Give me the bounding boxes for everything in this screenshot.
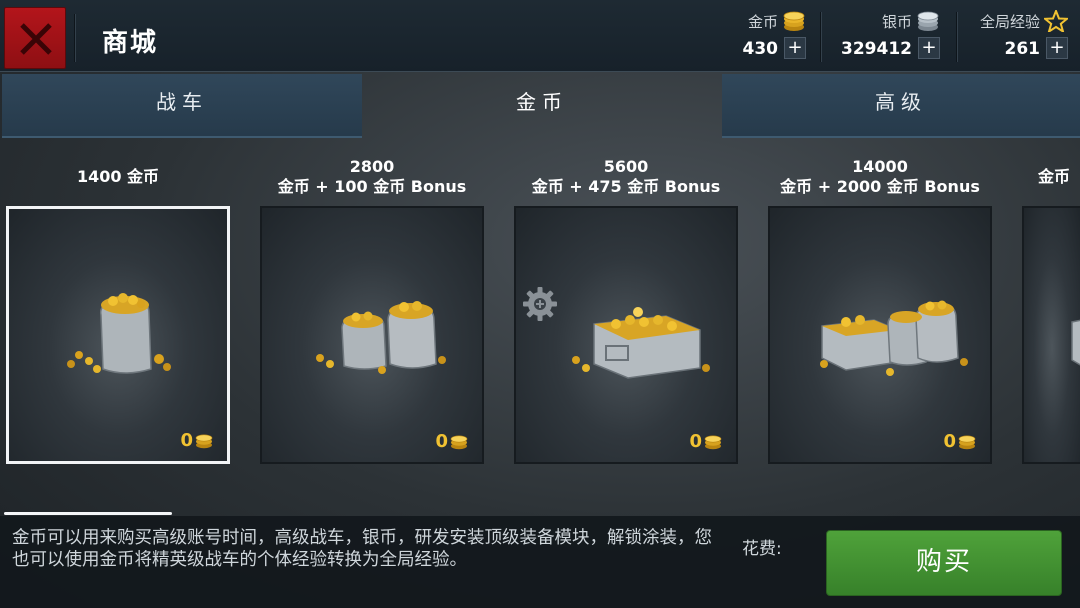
offer-image[interactable]: 0 bbox=[514, 206, 738, 464]
close-icon bbox=[20, 23, 52, 55]
gold-value: 430 bbox=[742, 39, 779, 59]
top-bar: 商城 金币 430 + 银币 329412 + 全局经验 261 + bbox=[0, 0, 1080, 72]
offer-title: 2800 金币 + 100 金币 Bonus bbox=[260, 150, 484, 204]
silver-coins-icon bbox=[917, 11, 939, 31]
silver-value: 329412 bbox=[841, 39, 912, 59]
gold-label: 金币 bbox=[747, 13, 778, 31]
offer-price: 0 bbox=[689, 431, 722, 452]
add-global-xp-button[interactable]: + bbox=[1046, 37, 1068, 59]
offer-title-line: 金币 + 2000 金币 Bonus bbox=[780, 177, 980, 196]
offer-card[interactable]: 5600 金币 + 475 金币 Bonus 0 bbox=[514, 150, 738, 464]
gold-crate-and-pouches-icon bbox=[820, 300, 968, 376]
cost-label: 花费: bbox=[742, 539, 782, 559]
add-silver-button[interactable]: + bbox=[918, 37, 940, 59]
offer-price-value: 0 bbox=[689, 431, 702, 452]
offer-title-line: 5600 bbox=[603, 157, 649, 176]
offer-title: 1400 金币 bbox=[6, 150, 230, 204]
gold-coin-icon bbox=[704, 434, 722, 449]
gold-coin-icon bbox=[195, 433, 213, 448]
currency-divider bbox=[956, 12, 958, 62]
gold-coin-icon bbox=[958, 434, 976, 449]
gold-coins-icon bbox=[783, 11, 805, 31]
gear-icon[interactable] bbox=[522, 286, 558, 322]
scroll-indicator[interactable] bbox=[4, 512, 172, 515]
offer-title-line: 金币 + 475 金币 Bonus bbox=[531, 177, 721, 196]
add-gold-button[interactable]: + bbox=[784, 37, 806, 59]
global-xp-label: 全局经验 bbox=[979, 13, 1040, 31]
header-divider bbox=[74, 14, 76, 62]
tab-gold[interactable]: 金币 bbox=[362, 74, 722, 138]
tab-vehicles[interactable]: 战车 bbox=[2, 74, 362, 138]
offer-image[interactable]: 0 bbox=[768, 206, 992, 464]
offer-price: 0 bbox=[435, 431, 468, 452]
close-button[interactable] bbox=[4, 7, 66, 69]
offer-title: 5600 金币 + 475 金币 Bonus bbox=[514, 150, 738, 204]
gold-pouches-icon bbox=[316, 301, 446, 374]
offer-card[interactable]: 金币 bbox=[1022, 150, 1080, 464]
offer-title-line: 1400 金币 bbox=[76, 167, 160, 186]
offer-price-value: 0 bbox=[180, 430, 193, 451]
global-xp-value: 261 bbox=[1004, 39, 1041, 59]
offer-image[interactable]: 0 bbox=[6, 206, 230, 464]
gold-pouch-icon bbox=[67, 293, 171, 374]
offer-title-line: 金币 bbox=[1038, 167, 1071, 186]
offer-title: 14000 金币 + 2000 金币 Bonus bbox=[768, 150, 992, 204]
silver-balance: 银币 329412 + bbox=[838, 8, 942, 66]
offer-title-line: 2800 bbox=[349, 157, 395, 176]
page-title: 商城 bbox=[102, 28, 159, 58]
offer-title-line: 金币 + 100 金币 Bonus bbox=[277, 177, 467, 196]
offer-image[interactable] bbox=[1022, 206, 1080, 464]
gold-crate-icon bbox=[1071, 319, 1080, 366]
offer-price: 0 bbox=[180, 430, 213, 451]
gold-coin-icon bbox=[450, 434, 468, 449]
offer-card[interactable]: 14000 金币 + 2000 金币 Bonus 0 bbox=[768, 150, 992, 464]
offer-image[interactable]: 0 bbox=[260, 206, 484, 464]
global-xp-balance: 全局经验 261 + bbox=[966, 8, 1070, 66]
currency-divider bbox=[820, 12, 822, 62]
offer-card[interactable]: 1400 金币 0 bbox=[6, 150, 230, 464]
tab-premium[interactable]: 高级 bbox=[722, 74, 1080, 138]
offer-price-value: 0 bbox=[435, 431, 448, 452]
offer-title-line: 14000 bbox=[852, 157, 908, 176]
description-text: 金币可以用来购买高级账号时间，高级战车，银币，研发安装顶级装备模块，解锁涂装，您… bbox=[12, 528, 712, 570]
silver-label: 银币 bbox=[881, 13, 912, 31]
gold-balance: 金币 430 + bbox=[700, 8, 808, 66]
star-icon bbox=[1044, 10, 1068, 32]
offer-card[interactable]: 2800 金币 + 100 金币 Bonus 0 bbox=[260, 150, 484, 464]
offer-price: 0 bbox=[943, 431, 976, 452]
offer-price-value: 0 bbox=[943, 431, 956, 452]
gold-crate-icon bbox=[572, 307, 710, 379]
buy-button[interactable]: 购买 bbox=[826, 530, 1062, 596]
offer-title: 金币 bbox=[1022, 150, 1080, 204]
